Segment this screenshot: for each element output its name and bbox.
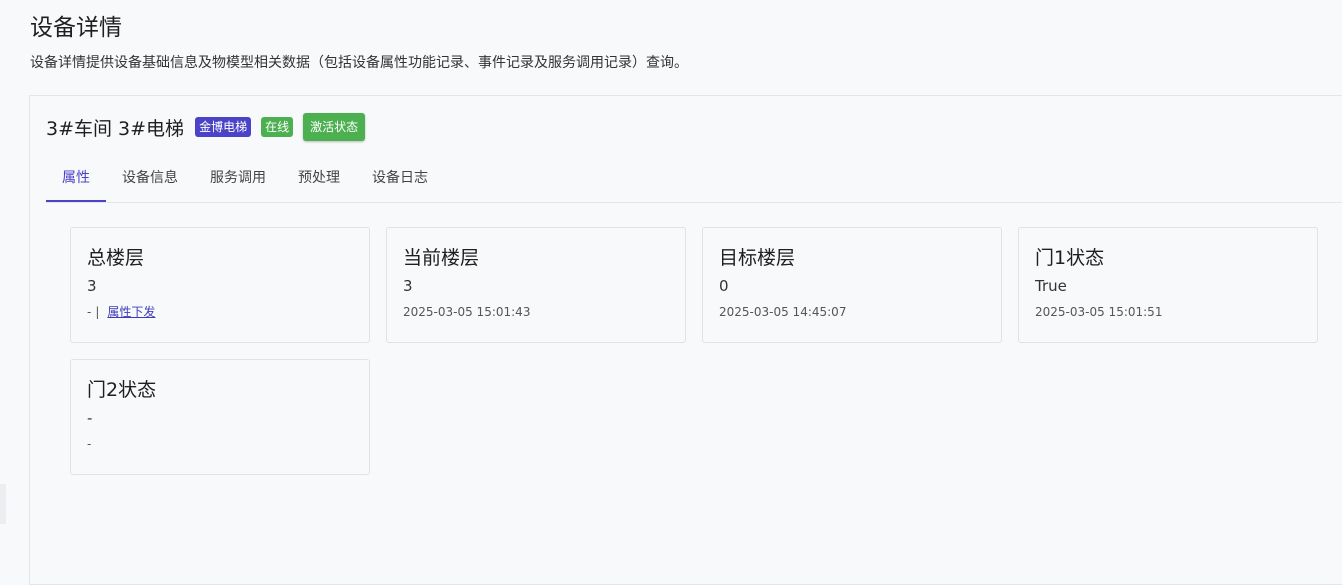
tab-preprocess[interactable]: 预处理 [282, 154, 356, 202]
property-title: 目标楼层 [719, 247, 796, 269]
property-actions: - | 属性下发 [87, 304, 353, 320]
property-sub-prefix: - [87, 305, 92, 319]
brand-badge: 金博电梯 [195, 117, 252, 137]
device-panel: 3#车间 3#电梯 金博电梯 在线 激活状态 属性 设备信息 服务调用 预处理 … [29, 95, 1342, 585]
left-edge-strip [0, 484, 6, 524]
tab-bar: 属性 设备信息 服务调用 预处理 设备日志 [46, 154, 1342, 203]
page-description: 设备详情提供设备基础信息及物模型相关数据（包括设备属性功能记录、事件记录及服务调… [30, 55, 688, 71]
property-value: 3 [403, 277, 413, 295]
property-timestamp: 2025-03-05 15:01:43 [403, 305, 531, 319]
tab-service-call[interactable]: 服务调用 [194, 154, 282, 202]
property-write-link[interactable]: 属性下发 [107, 304, 155, 320]
property-value: 0 [719, 277, 729, 295]
property-separator: | [95, 305, 100, 319]
tab-device-info[interactable]: 设备信息 [106, 154, 194, 202]
property-title: 总楼层 [87, 247, 145, 269]
tab-properties[interactable]: 属性 [46, 154, 106, 202]
property-title: 门2状态 [87, 379, 157, 401]
property-timestamp: - [87, 437, 92, 451]
property-card-door1-status: 门1状态 True 2025-03-05 15:01:51 [1018, 227, 1318, 343]
property-value: 3 [87, 277, 97, 295]
tab-device-log[interactable]: 设备日志 [356, 154, 444, 202]
property-value: - [87, 409, 93, 427]
device-header: 3#车间 3#电梯 金博电梯 在线 激活状态 [46, 112, 366, 142]
property-card-door2-status: 门2状态 - - [70, 359, 370, 475]
property-title: 门1状态 [1035, 247, 1105, 269]
property-card-total-floors: 总楼层 3 - | 属性下发 [70, 227, 370, 343]
property-value: True [1035, 277, 1067, 295]
property-card-target-floor: 目标楼层 0 2025-03-05 14:45:07 [702, 227, 1002, 343]
page-title: 设备详情 [30, 15, 122, 41]
device-name: 3#车间 3#电梯 [46, 117, 185, 140]
property-timestamp: 2025-03-05 15:01:51 [1035, 305, 1163, 319]
page-header: 设备详情 设备详情提供设备基础信息及物模型相关数据（包括设备属性功能记录、事件记… [30, 12, 688, 74]
property-card-current-floor: 当前楼层 3 2025-03-05 15:01:43 [386, 227, 686, 343]
property-grid: 总楼层 3 - | 属性下发 当前楼层 3 2025-03-05 15:01:4… [70, 227, 1318, 475]
activate-status-button[interactable]: 激活状态 [303, 113, 366, 141]
property-title: 当前楼层 [403, 247, 480, 269]
online-status-badge: 在线 [261, 117, 294, 137]
property-timestamp: 2025-03-05 14:45:07 [719, 305, 847, 319]
